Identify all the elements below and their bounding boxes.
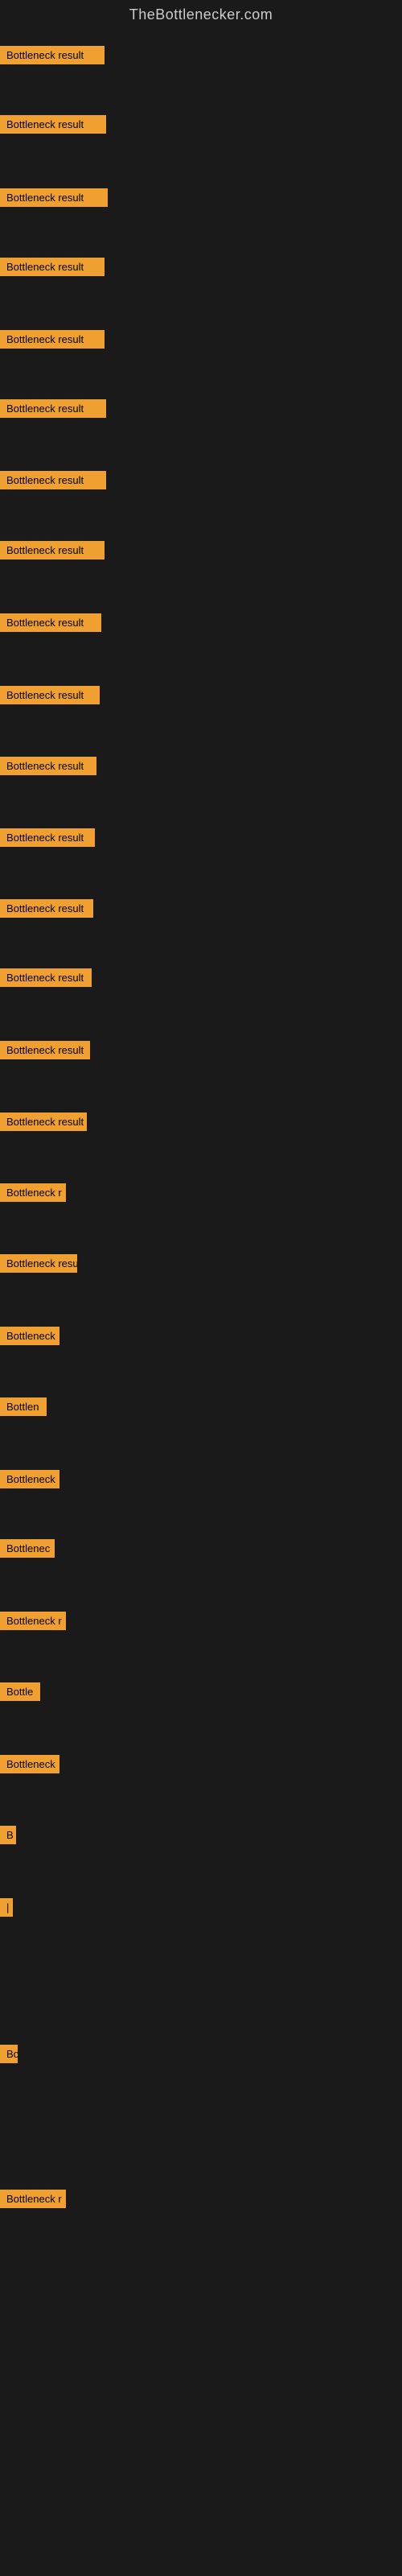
bottleneck-result-item[interactable]: Bottleneck result <box>0 613 101 632</box>
bottleneck-result-item[interactable]: Bottleneck result <box>0 899 93 918</box>
bottleneck-result-item[interactable]: Bottleneck <box>0 1755 59 1773</box>
bottleneck-result-item[interactable]: Bottleneck result <box>0 188 108 207</box>
bottleneck-result-item[interactable]: B <box>0 1826 16 1844</box>
bottleneck-result-item[interactable]: Bottleneck result <box>0 828 95 847</box>
bottleneck-result-item[interactable]: Bottleneck result <box>0 115 106 134</box>
bottleneck-result-item[interactable]: Bottleneck r <box>0 1612 66 1630</box>
bottleneck-result-item[interactable]: Bottleneck result <box>0 968 92 987</box>
bottleneck-result-item[interactable]: Bottleneck <box>0 1327 59 1345</box>
site-title: TheBottlenecker.com <box>0 0 402 30</box>
bottleneck-result-item[interactable]: Bottleneck result <box>0 471 106 489</box>
bottleneck-result-item[interactable]: Bottlen <box>0 1397 47 1416</box>
bottleneck-result-item[interactable]: Bottleneck result <box>0 1041 90 1059</box>
bottleneck-result-item[interactable]: Bottleneck result <box>0 46 105 64</box>
bottleneck-result-item[interactable]: Bottleneck r <box>0 1183 66 1202</box>
bottleneck-result-item[interactable]: Bottleneck <box>0 1470 59 1488</box>
bottleneck-result-item[interactable]: Bottleneck result <box>0 399 106 418</box>
bottleneck-result-item[interactable]: Bottleneck r <box>0 2190 66 2208</box>
bottleneck-result-item[interactable]: Bottleneck result <box>0 258 105 276</box>
bottleneck-result-item[interactable]: Bottleneck result <box>0 686 100 704</box>
bottleneck-result-item[interactable]: Bottleneck result <box>0 541 105 559</box>
bottleneck-result-item[interactable]: Bottleneck result <box>0 757 96 775</box>
bottleneck-result-item[interactable]: Bottleneck result <box>0 330 105 349</box>
bottleneck-result-item[interactable]: Bottle <box>0 1682 40 1701</box>
bottleneck-result-item[interactable]: Bottleneck result <box>0 1113 87 1131</box>
bottleneck-result-item[interactable]: Bo <box>0 2045 18 2063</box>
bottleneck-result-item[interactable]: Bottleneck resu <box>0 1254 77 1273</box>
bottleneck-result-item[interactable]: Bottlenec <box>0 1539 55 1558</box>
bottleneck-result-item[interactable]: | <box>0 1898 13 1917</box>
